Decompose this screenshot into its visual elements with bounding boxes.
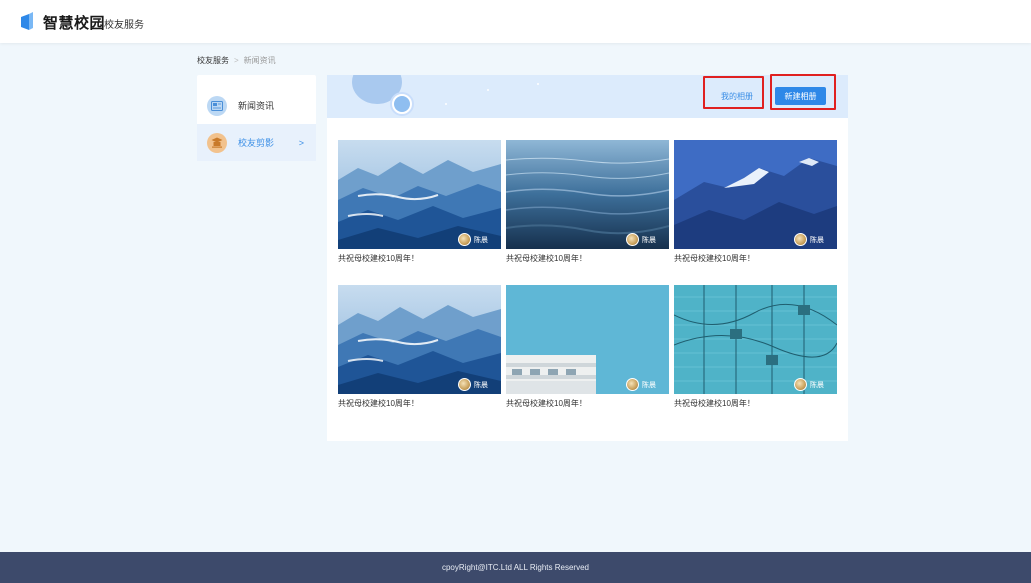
- footer: cpoyRight@ITC.Ltd ALL Rights Reserved: [0, 552, 1031, 583]
- sidebar-item-news[interactable]: 新闻资讯: [197, 87, 316, 124]
- top-header: 智慧校园 · 校友服务: [0, 0, 1031, 43]
- avatar: [626, 233, 639, 246]
- album-author: 陈晨: [794, 378, 824, 391]
- author-name: 陈晨: [810, 236, 824, 244]
- avatar: [794, 233, 807, 246]
- chevron-right-icon: >: [298, 137, 304, 148]
- album-thumbnail[interactable]: 陈晨: [674, 140, 837, 249]
- album-thumbnail[interactable]: 陈晨: [506, 140, 669, 249]
- album-caption: 共祝母校建校10周年！: [506, 254, 587, 263]
- album-panel: 1 2 我的相册 新建相册 陈晨: [327, 75, 848, 441]
- avatar: [626, 378, 639, 391]
- breadcrumb-home[interactable]: 校友服务: [197, 55, 229, 66]
- news-icon: [207, 95, 227, 116]
- album-card[interactable]: 陈晨 共祝母校建校10周年！: [674, 140, 837, 265]
- album-author: 陈晨: [626, 233, 656, 246]
- star-decoration: [537, 83, 539, 85]
- album-author: 陈晨: [626, 378, 656, 391]
- album-author: 陈晨: [458, 378, 488, 391]
- sidebar-item-label: 新闻资讯: [238, 101, 275, 111]
- sidebar-item-label: 校友剪影: [238, 138, 275, 148]
- bubble-inner: [394, 96, 410, 112]
- annotation-box-1: [703, 76, 764, 109]
- avatar: [458, 233, 471, 246]
- avatar: [794, 378, 807, 391]
- author-name: 陈晨: [642, 236, 656, 244]
- album-card[interactable]: 陈晨 共祝母校建校10周年！: [338, 140, 501, 265]
- alumni-icon: [207, 132, 227, 153]
- brand-section: 校友服务: [104, 20, 144, 31]
- brand-title: 智慧校园: [43, 15, 106, 32]
- author-name: 陈晨: [642, 381, 656, 389]
- album-author: 陈晨: [458, 233, 488, 246]
- breadcrumb: 校友服务 > 新闻资讯: [197, 55, 276, 66]
- album-caption: 共祝母校建校10周年！: [506, 399, 587, 408]
- album-card[interactable]: 陈晨 共祝母校建校10周年！: [338, 285, 501, 410]
- album-caption: 共祝母校建校10周年！: [338, 254, 419, 263]
- breadcrumb-current: 新闻资讯: [243, 56, 276, 65]
- album-card[interactable]: 陈晨 共祝母校建校10周年！: [674, 285, 837, 410]
- copyright-text: cpoyRight@ITC.Ltd ALL Rights Reserved: [441, 563, 589, 572]
- author-name: 陈晨: [474, 236, 488, 244]
- album-caption: 共祝母校建校10周年！: [674, 254, 755, 263]
- sidebar: 新闻资讯 校友剪影 >: [197, 75, 316, 161]
- star-decoration: [487, 89, 489, 91]
- album-thumbnail[interactable]: 陈晨: [338, 140, 501, 249]
- author-name: 陈晨: [474, 381, 488, 389]
- brand-dot: ·: [97, 13, 102, 28]
- logo-icon: [21, 12, 33, 30]
- star-decoration: [445, 103, 447, 105]
- breadcrumb-separator: >: [234, 56, 239, 65]
- album-card[interactable]: 陈晨 共祝母校建校10周年！: [506, 285, 669, 410]
- avatar: [458, 378, 471, 391]
- album-author: 陈晨: [794, 233, 824, 246]
- album-thumbnail[interactable]: 陈晨: [674, 285, 837, 394]
- album-thumbnail[interactable]: 陈晨: [338, 285, 501, 394]
- album-caption: 共祝母校建校10周年！: [674, 399, 755, 408]
- album-thumbnail[interactable]: 陈晨: [506, 285, 669, 394]
- sidebar-item-alumni[interactable]: 校友剪影 >: [197, 124, 316, 161]
- album-caption: 共祝母校建校10周年！: [338, 399, 419, 408]
- annotation-box-2: [770, 74, 836, 110]
- album-card[interactable]: 陈晨 共祝母校建校10周年！: [506, 140, 669, 265]
- author-name: 陈晨: [810, 381, 824, 389]
